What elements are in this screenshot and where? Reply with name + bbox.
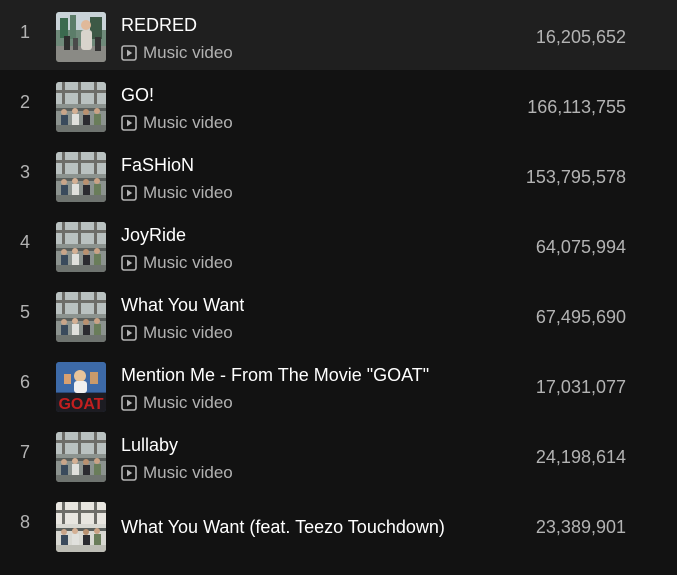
play-count: 17,031,077 [535, 377, 626, 397]
track-title[interactable]: JoyRide [121, 225, 186, 246]
svg-text:GOAT: GOAT [58, 396, 103, 412]
play-count: 24,198,614 [535, 447, 626, 467]
track-index: 1 [19, 22, 30, 42]
music-video-icon [121, 395, 143, 411]
track-row[interactable]: 7 Lullaby Music video 24,198,614 [0, 420, 677, 490]
track-list: 1 REDRED Music video 16,205,652 2 GO! Music vi… [0, 0, 677, 575]
music-video-icon [121, 185, 143, 201]
track-index: 7 [19, 442, 30, 462]
music-video-icon [121, 325, 143, 341]
play-count: 166,113,755 [527, 97, 626, 117]
track-title[interactable]: What You Want (feat. Teezo Touchdown) [121, 517, 445, 538]
track-thumbnail[interactable] [56, 292, 106, 342]
music-video-label: Music video [143, 393, 233, 412]
track-index: 2 [19, 92, 30, 112]
track-title[interactable]: Lullaby [121, 435, 178, 456]
track-subtitle: Music video [121, 322, 233, 344]
track-title[interactable]: GO! [121, 85, 154, 106]
track-row[interactable]: 4 JoyRide Music video 64,075,994 [0, 210, 677, 280]
music-video-icon [121, 115, 143, 131]
track-thumbnail[interactable] [56, 502, 106, 552]
play-count: 23,389,901 [535, 517, 626, 537]
track-row[interactable]: 6 GOAT Mention Me - From The Movie "GOAT" M… [0, 350, 677, 420]
track-subtitle: Music video [121, 112, 233, 134]
track-title[interactable]: FaSHioN [121, 155, 194, 176]
music-video-icon [121, 255, 143, 271]
track-thumbnail[interactable] [56, 152, 106, 202]
track-index: 8 [19, 512, 30, 532]
music-video-label: Music video [143, 113, 233, 132]
track-index: 3 [19, 162, 30, 182]
play-count: 16,205,652 [535, 27, 626, 47]
track-thumbnail[interactable]: GOAT [56, 362, 106, 412]
music-video-label: Music video [143, 253, 233, 272]
play-count: 153,795,578 [525, 167, 626, 187]
track-subtitle: Music video [121, 462, 233, 484]
music-video-label: Music video [143, 43, 233, 62]
track-thumbnail[interactable] [56, 12, 106, 62]
track-thumbnail[interactable] [56, 432, 106, 482]
track-title[interactable]: REDRED [121, 15, 197, 36]
track-row[interactable]: 2 GO! Music video 166,113,755 [0, 70, 677, 140]
track-index: 5 [19, 302, 30, 322]
track-index: 4 [19, 232, 30, 252]
music-video-label: Music video [143, 323, 233, 342]
track-row[interactable]: 8 What You Want (feat. Teezo Touchdown) 23… [0, 490, 677, 560]
track-thumbnail[interactable] [56, 222, 106, 272]
track-subtitle: Music video [121, 392, 233, 414]
music-video-icon [121, 45, 143, 61]
track-subtitle: Music video [121, 182, 233, 204]
track-index: 6 [19, 372, 30, 392]
track-subtitle: Music video [121, 252, 233, 274]
track-subtitle: Music video [121, 42, 233, 64]
play-count: 64,075,994 [535, 237, 626, 257]
music-video-label: Music video [143, 183, 233, 202]
track-row[interactable]: 5 What You Want Music video 67,495,690 [0, 280, 677, 350]
music-video-label: Music video [143, 463, 233, 482]
music-video-icon [121, 465, 143, 481]
track-title[interactable]: Mention Me - From The Movie "GOAT" [121, 365, 429, 386]
track-thumbnail[interactable] [56, 82, 106, 132]
track-row[interactable]: 1 REDRED Music video 16,205,652 [0, 0, 677, 70]
track-row[interactable]: 3 FaSHioN Music video 153,795,578 [0, 140, 677, 210]
track-title[interactable]: What You Want [121, 295, 244, 316]
play-count: 67,495,690 [535, 307, 626, 327]
